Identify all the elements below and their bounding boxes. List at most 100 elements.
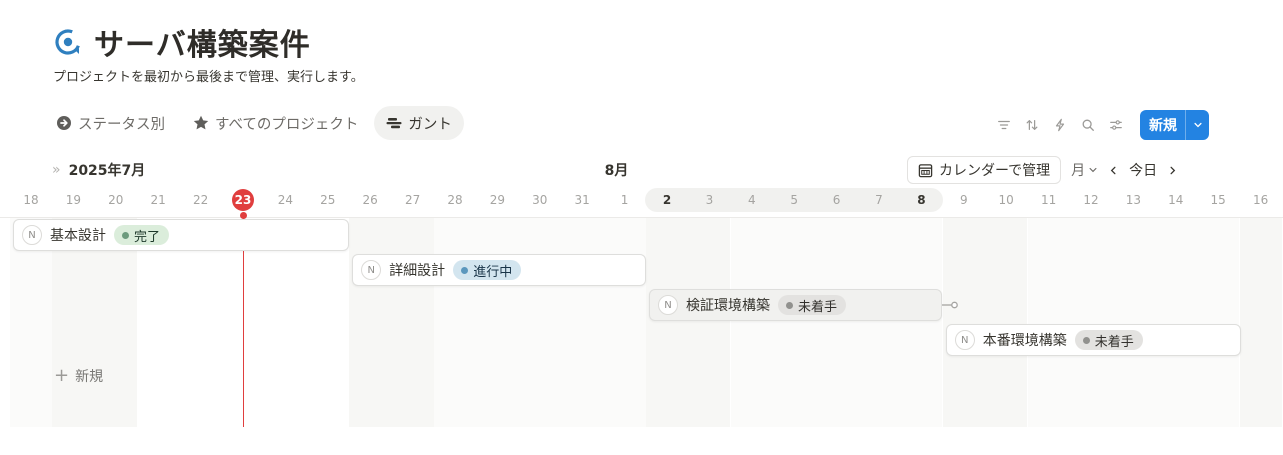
day-ruler: 18 19 20 21 22 23 24 25 26 27 28 29 30 31 1 2 3 4 5 6 7 8 9 10 1… — [0, 186, 1283, 214]
plus-icon: + — [54, 365, 70, 386]
weekend-column — [730, 218, 943, 427]
page-icon: N — [954, 330, 975, 350]
day-label: 8 — [917, 193, 926, 207]
automation-icon[interactable] — [1052, 117, 1068, 133]
page-icon: N — [361, 260, 382, 280]
status-dot — [122, 231, 129, 239]
task-name: 基本設計 — [50, 228, 106, 244]
chevron-down-icon — [1089, 167, 1097, 173]
page-header: サーバ構築案件 — [52, 20, 311, 64]
day-label: 27 — [404, 193, 421, 207]
star-icon — [193, 115, 209, 130]
day-label: 11 — [1040, 193, 1057, 207]
status-label: 未着手 — [1094, 334, 1134, 350]
today-button[interactable]: 今日 — [1129, 160, 1157, 180]
status-badge: 完了 — [114, 225, 170, 245]
tab-gantt[interactable]: ガント — [374, 106, 464, 140]
day-label: 7 — [875, 193, 883, 207]
weekend-column — [646, 218, 731, 427]
day-label: 4 — [747, 193, 756, 207]
settings-icon[interactable] — [1108, 117, 1124, 133]
sort-icon[interactable] — [1024, 117, 1040, 133]
tab-label: ガント — [408, 116, 452, 133]
tab-all-projects[interactable]: すべてのプロジェクト — [181, 106, 370, 140]
arrow-circle-icon — [57, 116, 71, 130]
chevron-right-icon — [1170, 166, 1176, 174]
new-button-label: 新規 — [1149, 118, 1177, 134]
search-icon[interactable] — [1080, 117, 1096, 133]
day-label: 3 — [705, 193, 714, 207]
double-chevron-icon[interactable]: » — [52, 162, 61, 178]
day-label: 6 — [832, 193, 841, 207]
manage-in-calendar-label: カレンダーで管理 — [939, 163, 1051, 179]
day-label: 14 — [1168, 193, 1184, 207]
weekend-column — [434, 218, 646, 427]
page-icon: N — [22, 225, 42, 245]
filter-icon[interactable] — [996, 117, 1012, 133]
new-button[interactable]: 新規 — [1140, 110, 1209, 140]
day-label: 12 — [1083, 193, 1099, 207]
day-label: 20 — [108, 193, 124, 207]
next-month-label: 8月 — [604, 163, 629, 179]
prev-button[interactable] — [1108, 165, 1119, 176]
status-label: 完了 — [134, 229, 161, 245]
page-icon: N — [658, 295, 678, 315]
day-label: 29 — [489, 193, 506, 207]
toolbar: 新規 — [996, 110, 1209, 140]
day-label: 13 — [1125, 193, 1142, 207]
scale-label: 月 — [1071, 163, 1086, 179]
chevron-left-icon — [1110, 166, 1116, 174]
task-bar-prod-env[interactable]: N 本番環境構築 未着手 — [945, 324, 1241, 356]
day-label: 25 — [320, 193, 336, 207]
day-label: 26 — [362, 193, 378, 207]
task-name: 本番環境構築 — [982, 333, 1067, 349]
status-dot — [786, 301, 793, 309]
day-label: 9 — [959, 193, 968, 207]
chevron-down-icon[interactable] — [1185, 110, 1209, 140]
task-name: 詳細設計 — [389, 263, 446, 279]
today-badge[interactable]: 23 — [232, 189, 254, 211]
day-label: 16 — [1252, 193, 1269, 207]
weekend-column — [1027, 218, 1240, 427]
tab-label: すべてのプロジェクト — [215, 116, 359, 133]
add-new-row-button[interactable]: + 新規 — [54, 366, 103, 386]
status-badge: 未着手 — [1074, 330, 1143, 350]
day-label: 1 — [620, 193, 629, 207]
day-label: 22 — [192, 193, 209, 207]
weekend-column — [1239, 218, 1282, 427]
timeline-icon — [386, 118, 402, 129]
add-new-label: 新規 — [75, 369, 104, 385]
day-label: 2 — [662, 193, 672, 207]
current-month-label: 2025年7月 — [68, 163, 146, 179]
weekend-column — [942, 218, 1028, 427]
status-badge: 未着手 — [778, 295, 847, 315]
day-label: 10 — [998, 193, 1014, 207]
dependency-handle[interactable] — [942, 300, 959, 310]
page-title[interactable]: サーバ構築案件 — [94, 20, 311, 64]
status-dot — [1082, 336, 1090, 344]
task-name: 検証環境構築 — [686, 298, 770, 314]
refresh-target-icon[interactable] — [52, 26, 84, 58]
weekend-column — [349, 218, 434, 427]
tab-label: ステータス別 — [78, 116, 165, 133]
task-bar-test-env[interactable]: N 検証環境構築 未着手 — [649, 289, 943, 321]
status-dot — [461, 266, 469, 274]
today-marker — [240, 212, 247, 219]
day-label: 28 — [447, 193, 463, 207]
scale-select[interactable]: 月 — [1071, 160, 1098, 180]
manage-in-calendar-button[interactable]: カレンダーで管理 — [907, 156, 1062, 184]
day-label: 21 — [150, 193, 166, 207]
page-description: プロジェクトを最初から最後まで管理、実行します。 — [53, 70, 364, 85]
day-label: 24 — [277, 193, 294, 207]
calendar-icon — [918, 163, 933, 177]
task-bar-basic-design[interactable]: N 基本設計 完了 — [13, 219, 349, 251]
next-button[interactable] — [1167, 165, 1178, 176]
day-label: 5 — [790, 193, 798, 207]
timeline-month-header: » 2025年7月 — [52, 160, 145, 180]
day-label: 19 — [65, 193, 82, 207]
day-label: 15 — [1210, 193, 1226, 207]
tab-by-status[interactable]: ステータス別 — [44, 106, 177, 140]
status-label: 未着手 — [798, 299, 838, 315]
view-tabs: ステータス別 すべてのプロジェクト ガント — [44, 106, 464, 140]
task-bar-detail-design[interactable]: N 詳細設計 進行中 — [352, 254, 646, 286]
